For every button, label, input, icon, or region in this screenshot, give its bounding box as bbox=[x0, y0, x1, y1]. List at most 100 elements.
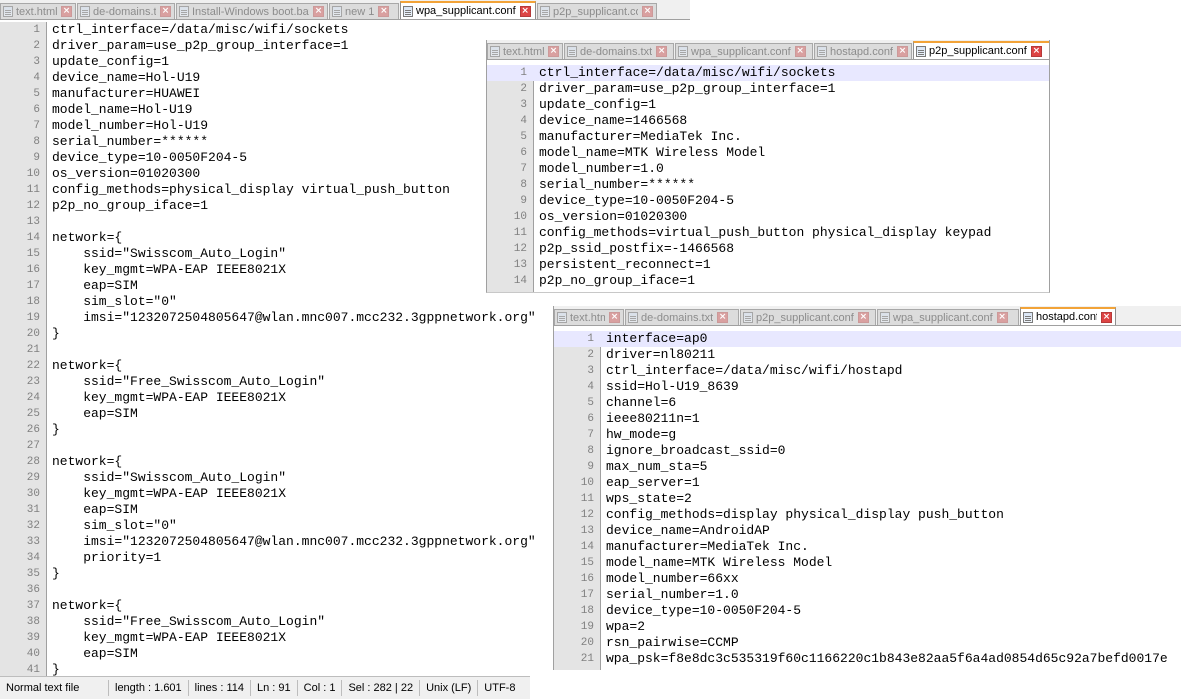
line-text: sim_slot="0" bbox=[52, 294, 177, 309]
line-text: ctrl_interface=/data/misc/wifi/hostapd bbox=[606, 363, 903, 378]
line-text: ieee80211n=1 bbox=[606, 411, 700, 426]
line-text: network={ bbox=[52, 598, 123, 613]
line-text bbox=[46, 582, 52, 598]
code-area[interactable]: 1 interface=ap0 2 driver=nl80211 3 ctrl_inter… bbox=[554, 331, 1181, 670]
tab-wpa-supplicant-conf[interactable]: wpa_supplicant.conf × bbox=[675, 43, 813, 59]
tab-label: hostapd.conf bbox=[1036, 311, 1097, 323]
line-number: 34 bbox=[26, 552, 40, 564]
tab-text-html[interactable]: text.html × bbox=[554, 309, 624, 325]
tab-label: wpa_supplicant.conf bbox=[893, 311, 993, 324]
tab-new-1[interactable]: new 1 × bbox=[329, 3, 399, 19]
line-text: ssid=Hol-U19_8639 bbox=[606, 379, 739, 394]
close-tab-icon[interactable]: × bbox=[717, 312, 729, 323]
line-text: driver_param=use_p2p_group_interface=1 bbox=[539, 81, 836, 96]
line-text: update_config=1 bbox=[539, 97, 657, 112]
file-icon bbox=[817, 46, 827, 57]
status-col: Col : 1 bbox=[298, 680, 343, 696]
code-line: 20 rsn_pairwise=CCMP bbox=[554, 635, 1181, 651]
code-line: 12 p2p_ssid_postfix=-1466568 bbox=[487, 241, 1049, 257]
line-text: key_mgmt=WPA-EAP IEEE8021X bbox=[52, 630, 287, 645]
code-line: 11 config_methods=virtual_push_button phy… bbox=[487, 225, 1049, 241]
line-text: model_name=MTK Wireless Model bbox=[539, 145, 766, 160]
status-length: length : 1.601 bbox=[109, 680, 189, 696]
line-text: key_mgmt=WPA-EAP IEEE8021X bbox=[52, 262, 287, 277]
line-number: 37 bbox=[26, 600, 40, 612]
line-text: manufacturer=MediaTek Inc. bbox=[606, 539, 809, 554]
line-text: ignore_broadcast_ssid=0 bbox=[606, 443, 786, 458]
tab-label: wpa_supplicant.conf bbox=[691, 45, 791, 58]
line-text: device_type=10-0050F204-5 bbox=[539, 193, 735, 208]
code-line: 17 serial_number=1.0 bbox=[554, 587, 1181, 603]
line-number: 4 bbox=[587, 381, 594, 393]
close-tab-icon[interactable]: × bbox=[160, 6, 171, 17]
line-number: 5 bbox=[520, 131, 527, 143]
close-tab-icon[interactable]: × bbox=[1101, 311, 1112, 323]
file-icon bbox=[557, 312, 567, 323]
code-line: 12 config_methods=display physical_displa… bbox=[554, 507, 1181, 523]
tab-hostapd-conf[interactable]: hostapd.conf × bbox=[814, 43, 912, 59]
tab-wpa-supplicant-conf[interactable]: wpa_supplicant.conf × bbox=[877, 309, 1019, 325]
code-line: 1 ctrl_interface=/data/misc/wifi/sockets bbox=[487, 65, 1049, 81]
close-tab-icon[interactable]: × bbox=[656, 46, 668, 57]
line-text: model_name=MTK Wireless Model bbox=[606, 555, 833, 570]
close-tab-icon[interactable]: × bbox=[996, 312, 1008, 323]
line-text: eap=SIM bbox=[52, 406, 138, 421]
tab-de-domains-txt[interactable]: de-domains.txt× bbox=[77, 3, 175, 19]
line-text bbox=[46, 342, 52, 358]
line-number: 13 bbox=[580, 525, 594, 537]
close-tab-icon[interactable]: × bbox=[1030, 45, 1042, 57]
line-number: 16 bbox=[26, 264, 40, 276]
tab-wpa-supplicant-conf[interactable]: wpa_supplicant.conf × bbox=[400, 1, 536, 19]
tab-p2p-supplicant-conf[interactable]: p2p_supplicant.conf× bbox=[913, 41, 1049, 59]
file-icon bbox=[567, 46, 577, 57]
close-tab-icon[interactable]: × bbox=[519, 5, 531, 17]
line-text: config_methods=physical_display virtual_… bbox=[52, 182, 450, 197]
close-tab-icon[interactable]: × bbox=[857, 312, 869, 323]
line-text: p2p_no_group_iface=1 bbox=[539, 273, 696, 288]
line-number: 9 bbox=[587, 461, 594, 473]
tab-label: p2p_supplicant.conf bbox=[553, 5, 638, 18]
close-tab-icon[interactable]: × bbox=[313, 6, 324, 17]
line-text: os_version=01020300 bbox=[52, 166, 201, 181]
file-icon bbox=[743, 312, 753, 323]
code-line: 3 update_config=1 bbox=[487, 97, 1049, 113]
tab-text-html[interactable]: text.html × bbox=[487, 43, 563, 59]
tab-hostapd-conf[interactable]: hostapd.conf × bbox=[1020, 307, 1116, 325]
code-area[interactable]: 1 ctrl_interface=/data/misc/wifi/sockets 2… bbox=[487, 65, 1049, 292]
close-tab-icon[interactable]: × bbox=[794, 46, 806, 57]
code-line: 3 ctrl_interface=/data/misc/wifi/hostapd bbox=[554, 363, 1181, 379]
line-text: ssid="Swisscom_Auto_Login" bbox=[52, 470, 287, 485]
line-text bbox=[46, 214, 52, 230]
line-number: 14 bbox=[26, 232, 40, 244]
close-tab-icon[interactable]: × bbox=[61, 6, 72, 17]
code-line: 9 device_type=10-0050F204-5 bbox=[487, 193, 1049, 209]
tab-label: Install-Windows boot.bat bbox=[192, 5, 309, 18]
tab-p2p-supplicant-conf[interactable]: p2p_supplicant.conf × bbox=[537, 3, 657, 19]
line-number: 33 bbox=[26, 536, 40, 548]
status-file-type: Normal text file bbox=[0, 680, 109, 696]
line-text: driver=nl80211 bbox=[606, 347, 716, 362]
line-number: 29 bbox=[26, 472, 40, 484]
line-text: device_name=AndroidAP bbox=[606, 523, 770, 538]
line-text: key_mgmt=WPA-EAP IEEE8021X bbox=[52, 390, 287, 405]
close-tab-icon[interactable]: × bbox=[609, 312, 620, 323]
tab-de-domains-txt[interactable]: de-domains.txt× bbox=[564, 43, 674, 59]
close-tab-icon[interactable]: × bbox=[897, 46, 908, 57]
tab-install-windows-boot-bat[interactable]: Install-Windows boot.bat × bbox=[176, 3, 328, 19]
line-text: rsn_pairwise=CCMP bbox=[606, 635, 739, 650]
line-number: 18 bbox=[580, 605, 594, 617]
close-tab-icon[interactable]: × bbox=[378, 6, 390, 17]
tab-text-html[interactable]: text.html × bbox=[0, 3, 76, 19]
tab-de-domains-txt[interactable]: de-domains.txt× bbox=[625, 309, 739, 325]
line-number: 1 bbox=[33, 24, 40, 36]
close-tab-icon[interactable]: × bbox=[548, 46, 559, 57]
line-text: device_type=10-0050F204-5 bbox=[606, 603, 802, 618]
line-text: } bbox=[52, 566, 60, 581]
line-number: 14 bbox=[513, 275, 527, 287]
tab-label: hostapd.conf bbox=[830, 45, 893, 58]
tab-p2p-supplicant-conf[interactable]: p2p_supplicant.conf× bbox=[740, 309, 876, 325]
tab-label: p2p_supplicant.conf bbox=[756, 311, 854, 324]
tab-label: de-domains.txt bbox=[641, 311, 714, 324]
close-tab-icon[interactable]: × bbox=[642, 6, 653, 17]
line-text: wpa=2 bbox=[606, 619, 646, 634]
